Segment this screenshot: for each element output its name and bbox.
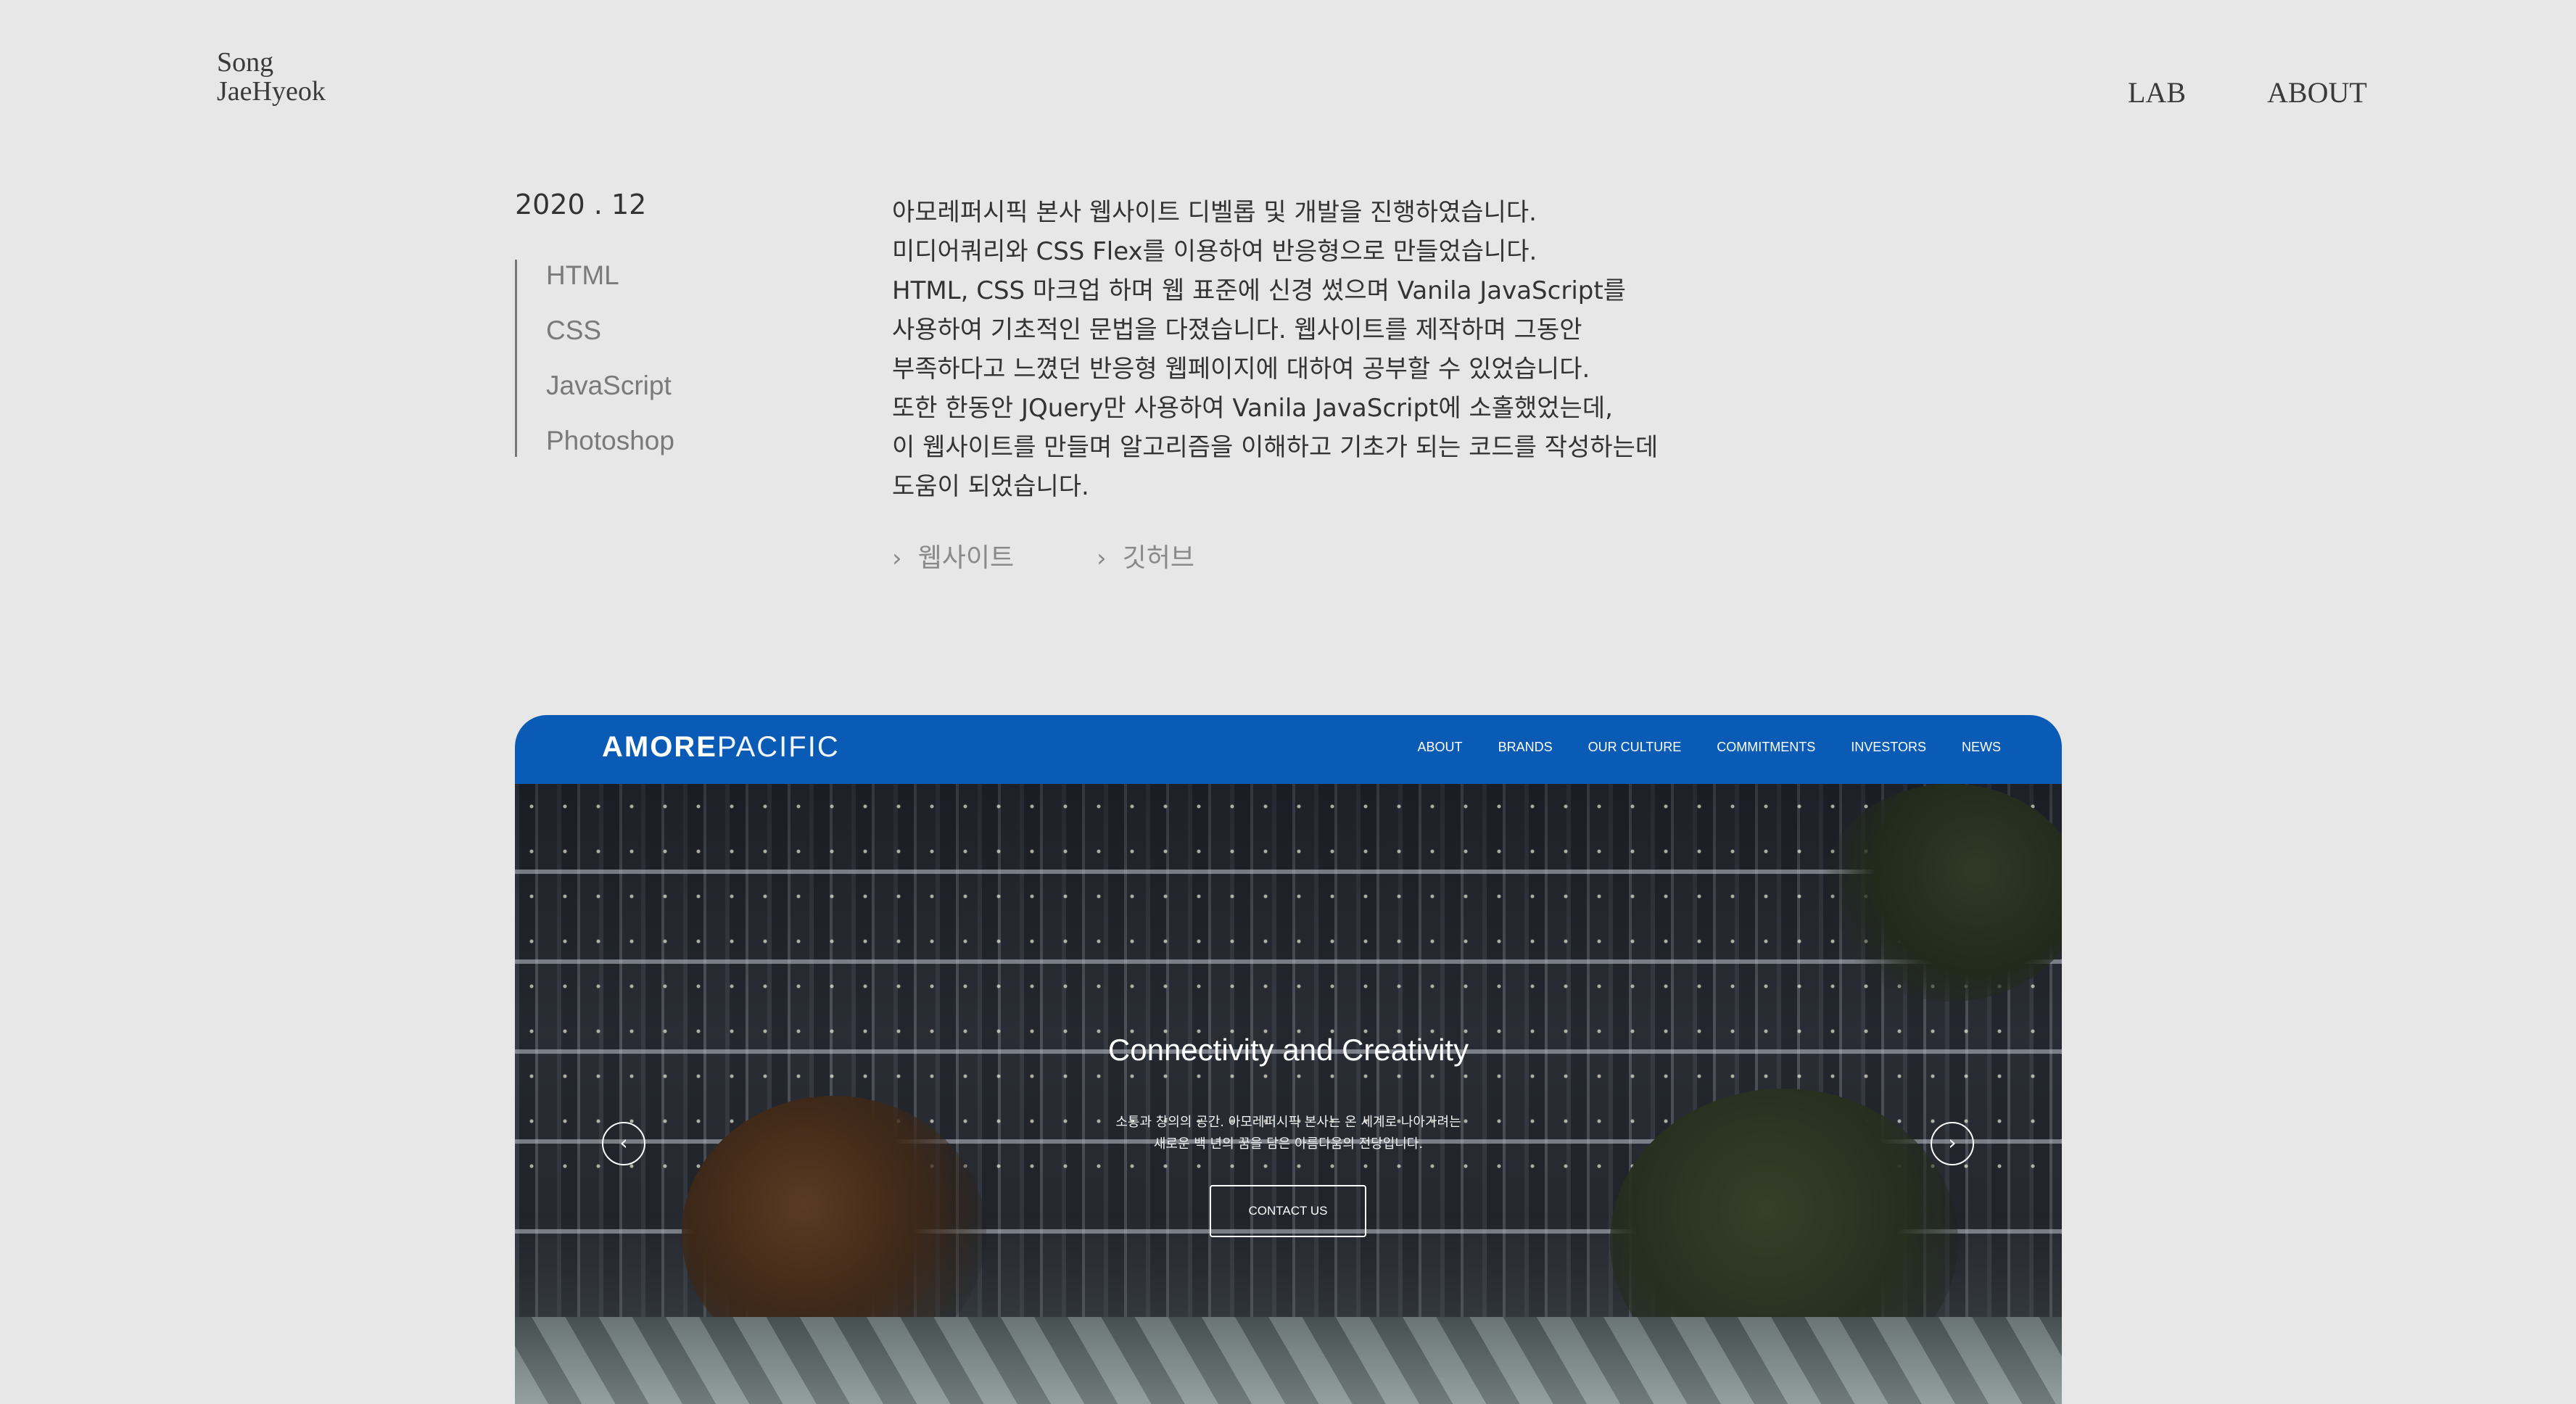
skill-item-javascript: JavaScript <box>546 371 672 400</box>
nav-link-about[interactable]: ABOUT <box>2267 75 2367 110</box>
hero-title: Connectivity and Creativity <box>1107 1033 1469 1067</box>
preview-brand-logo-light: PACIFIC <box>717 731 840 763</box>
project-date: 2020 . 12 <box>515 189 647 220</box>
website-link[interactable]: › 웹사이트 <box>892 537 1014 574</box>
description-line: 부족하다고 느꼈던 반응형 웹페이지에 대하여 공부할 수 있었습니다. <box>892 355 1590 384</box>
preview-brand-logo-bold: AMORE <box>602 731 717 763</box>
github-link-label: 깃허브 <box>1122 543 1194 573</box>
preview-menu-item-commitments: COMMITMENTS <box>1717 740 1816 754</box>
chevron-right-icon: › <box>1097 544 1107 573</box>
chevron-right-icon: › <box>1931 1122 1974 1165</box>
preview-menu: ABOUT BRANDS OUR CULTURE COMMITMENTS INV… <box>1386 740 2001 761</box>
preview-header-bar: AMOREPACIFIC ABOUT BRANDS OUR CULTURE CO… <box>515 715 2062 784</box>
description-line: 아모레퍼시픽 본사 웹사이트 디벨롭 및 개발을 진행하였습니다. <box>892 198 1537 227</box>
preview-hero-building-photo: Connectivity and Creativity 소통과 창의의 공간. … <box>515 784 2062 1404</box>
preview-menu-item-brands: BRANDS <box>1498 740 1553 754</box>
hero-subtitle-line: 소통과 창의의 공간. 아모레퍼시픽 본사는 온 세계로 나아가려는 <box>1115 1115 1461 1130</box>
logo-first-name: Song <box>217 47 274 78</box>
hero-plaza <box>515 1317 2062 1404</box>
preview-menu-item-news: NEWS <box>1962 740 2001 754</box>
description-line: 사용하여 기초적인 문법을 다졌습니다. 웹사이트를 제작하며 그동안 <box>892 315 1582 344</box>
skill-item-html: HTML <box>546 260 619 290</box>
nav-link-lab[interactable]: LAB <box>2128 75 2186 110</box>
chevron-right-icon: › <box>892 544 902 573</box>
project-description: 아모레퍼시픽 본사 웹사이트 디벨롭 및 개발을 진행하였습니다. 미디어쿼리와… <box>892 193 1762 506</box>
description-line: HTML, CSS 마크업 하며 웹 표준에 신경 썼으며 Vanila Jav… <box>892 276 1626 305</box>
hero-subtitle-line: 새로운 백 년의 꿈을 담은 아름다움의 전당입니다. <box>1153 1136 1424 1152</box>
github-link[interactable]: › 깃허브 <box>1097 537 1194 574</box>
description-line: 또한 한동안 JQuery만 사용하여 Vanila JavaScript에 소… <box>892 394 1613 423</box>
website-link-label: 웹사이트 <box>917 543 1015 573</box>
skill-item-css: CSS <box>546 315 602 345</box>
preview-menu-item-about: ABOUT <box>1417 740 1463 754</box>
skill-list: HTML CSS JavaScript Photoshop <box>515 260 674 457</box>
description-line: 도움이 되었습니다. <box>892 472 1089 501</box>
description-line: 미디어쿼리와 CSS Flex를 이용하여 반응형으로 만들었습니다. <box>892 237 1537 266</box>
description-line: 이 웹사이트를 만들며 알고리즘을 이해하고 기초가 되는 코드를 작성하는데 <box>892 433 1659 462</box>
hero-contact-button: CONTACT US <box>1210 1185 1366 1237</box>
hero-subtitle: 소통과 창의의 공간. 아모레퍼시픽 본사는 온 세계로 나아가려는 새로운 백… <box>515 1112 2062 1155</box>
top-nav: LAB ABOUT <box>0 75 2576 112</box>
project-preview-image: AMOREPACIFIC ABOUT BRANDS OUR CULTURE CO… <box>515 715 2062 1404</box>
skill-item-photoshop: Photoshop <box>546 426 674 455</box>
portfolio-page: Song JaeHyeok LAB ABOUT 2020 . 12 HTML C… <box>0 0 2576 1404</box>
preview-menu-item-investors: INVESTORS <box>1851 740 1926 754</box>
chevron-left-icon: ‹ <box>602 1122 645 1165</box>
preview-brand-logo: AMOREPACIFIC <box>602 731 840 764</box>
preview-menu-item-our-culture: OUR CULTURE <box>1588 740 1682 754</box>
